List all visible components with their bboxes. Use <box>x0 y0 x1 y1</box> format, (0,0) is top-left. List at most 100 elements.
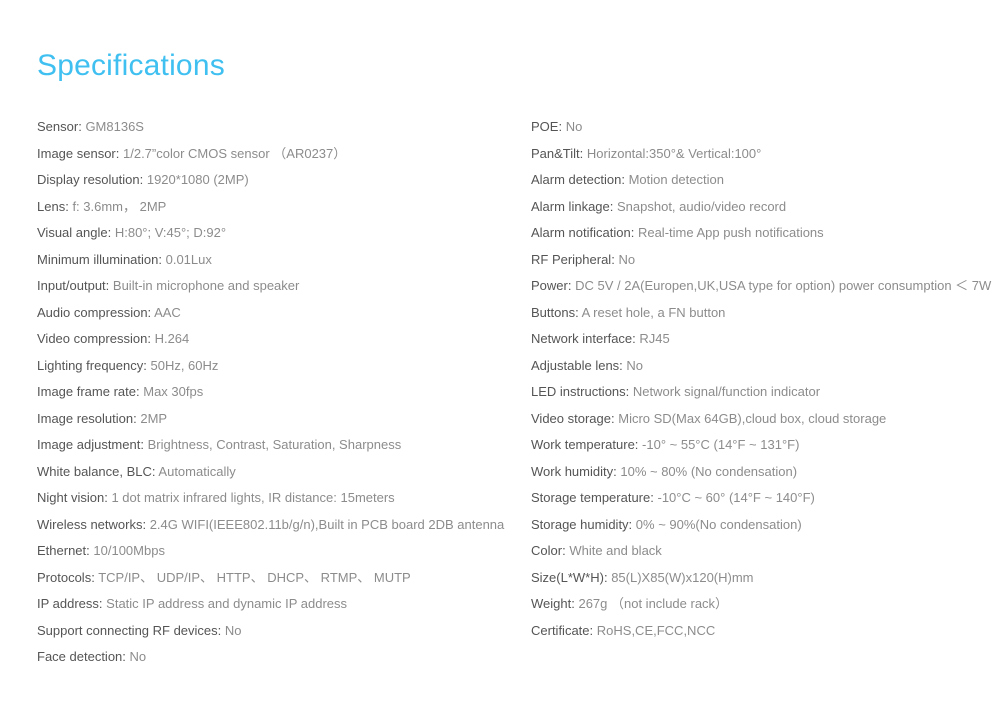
spec-value: 2MP <box>140 410 168 426</box>
spec-value: DC 5V / 2A(Europen,UK,USA type for optio… <box>575 278 992 293</box>
spec-label: Storage temperature: <box>531 490 654 505</box>
spec-row: Wireless networks: 2.4G WIFI(IEEE802.11b… <box>37 512 517 539</box>
spec-label: Network interface: <box>531 331 636 346</box>
spec-value: No <box>129 649 147 664</box>
spec-label: Color: <box>531 543 566 558</box>
spec-row: White balance, BLC: Automatically <box>37 459 517 486</box>
spec-label: POE: <box>531 119 563 134</box>
spec-row: Display resolution: 1920*1080 (2MP) <box>37 167 517 194</box>
spec-row: Sensor: GM8136S <box>37 114 517 141</box>
spec-value: Motion detection <box>628 172 724 187</box>
spec-label: Adjustable lens: <box>531 357 623 373</box>
spec-row: POE: No <box>531 114 996 141</box>
spec-value: 10/100Mbps <box>93 543 165 558</box>
spec-label: Weight: <box>531 596 575 611</box>
specifications-page: Specifications Sensor: GM8136S Image sens… <box>0 0 1000 719</box>
spec-value: H.264 <box>154 331 190 346</box>
spec-label: Image adjustment: <box>37 437 144 452</box>
spec-label: Protocols: <box>37 569 95 585</box>
spec-value: No <box>224 622 242 638</box>
spec-row: Alarm notification: Real-time App push n… <box>531 220 996 247</box>
spec-value: TCP/IP、 UDP/IP、 HTTP、 DHCP、 RTMP、 MUTP <box>98 569 411 585</box>
spec-label: Alarm detection: <box>531 172 625 187</box>
spec-label: Ethernet: <box>37 543 90 558</box>
spec-label: Alarm linkage: <box>531 198 614 214</box>
spec-label: Visual angle: <box>37 225 112 240</box>
spec-row: Alarm linkage: Snapshot, audio/video rec… <box>531 194 996 221</box>
spec-row: Protocols: TCP/IP、 UDP/IP、 HTTP、 DHCP、 R… <box>37 565 517 592</box>
spec-value: GM8136S <box>85 119 144 134</box>
spec-label: IP address: <box>37 596 103 611</box>
spec-value: Network signal/function indicator <box>632 384 821 399</box>
page-title: Specifications <box>37 49 225 82</box>
spec-value: Micro SD(Max 64GB),cloud box, cloud stor… <box>618 410 887 426</box>
spec-row: Audio compression: AAC <box>37 300 517 327</box>
spec-row: Input/output: Built-in microphone and sp… <box>37 273 517 300</box>
spec-row: Work humidity: 10% ~ 80% (No condensatio… <box>531 459 996 486</box>
spec-value: 267g （not include rack） <box>578 596 729 611</box>
spec-value: White and black <box>569 543 662 558</box>
spec-label: Wireless networks: <box>37 516 147 532</box>
spec-row: RF Peripheral: No <box>531 247 996 274</box>
spec-row: Work temperature: -10° ~ 55°C (14°F ~ 13… <box>531 432 996 459</box>
spec-value: 2.4G WIFI(IEEE802.11b/g/n),Built in PCB … <box>149 516 505 532</box>
spec-value: No <box>565 119 583 134</box>
spec-label: Image frame rate: <box>37 384 140 399</box>
spec-value: Snapshot, audio/video record <box>617 198 787 214</box>
spec-value: 50Hz, 60Hz <box>150 357 219 373</box>
spec-label: Night vision: <box>37 490 108 505</box>
spec-row: Minimum illumination: 0.01Lux <box>37 247 517 274</box>
spec-row: Face detection: No <box>37 644 517 671</box>
spec-value: 1920*1080 (2MP) <box>146 172 249 187</box>
spec-label: Buttons: <box>531 304 579 320</box>
spec-label: Sensor: <box>37 119 82 134</box>
spec-row: Buttons: A reset hole, a FN button <box>531 300 996 327</box>
spec-value: A reset hole, a FN button <box>581 304 726 320</box>
spec-label: Storage humidity: <box>531 516 633 532</box>
spec-label: LED instructions: <box>531 384 630 399</box>
spec-value: -10° ~ 55°C (14°F ~ 131°F) <box>642 437 800 452</box>
spec-value: f: 3.6mm， 2MP <box>72 198 167 214</box>
spec-label: Support connecting RF devices: <box>37 622 222 638</box>
spec-row: Storage temperature: -10°C ~ 60° (14°F ~… <box>531 485 996 512</box>
spec-value: 85(L)X85(W)x120(H)mm <box>611 569 754 585</box>
spec-label: Audio compression: <box>37 304 152 320</box>
spec-value: -10°C ~ 60° (14°F ~ 140°F) <box>657 490 815 505</box>
spec-row: Image adjustment: Brightness, Contrast, … <box>37 432 517 459</box>
spec-value: Built-in microphone and speaker <box>112 278 300 293</box>
spec-value: RoHS,CE,FCC,NCC <box>596 622 716 638</box>
spec-label: Certificate: <box>531 622 594 638</box>
spec-label: Lighting frequency: <box>37 357 147 373</box>
spec-row: Storage humidity: 0% ~ 90%(No condensati… <box>531 512 996 539</box>
spec-label: Work temperature: <box>531 437 639 452</box>
spec-label: Video compression: <box>37 331 151 346</box>
spec-value: 0% ~ 90%(No condensation) <box>635 516 802 532</box>
spec-row: Network interface: RJ45 <box>531 326 996 353</box>
spec-list-right: POE: No Pan&Tilt: Horizontal:350°& Vertic… <box>531 114 996 644</box>
spec-value: 1/2.7”color CMOS sensor （AR0237） <box>123 145 347 161</box>
spec-label: RF Peripheral: <box>531 251 615 267</box>
spec-row: Lens: f: 3.6mm， 2MP <box>37 194 517 221</box>
spec-row: Ethernet: 10/100Mbps <box>37 538 517 565</box>
spec-list-left: Sensor: GM8136S Image sensor: 1/2.7”color… <box>37 114 517 671</box>
spec-value: 0.01Lux <box>165 251 212 267</box>
spec-row: Support connecting RF devices: No <box>37 618 517 645</box>
spec-label: Pan&Tilt: <box>531 145 584 161</box>
spec-value: Brightness, Contrast, Saturation, Sharpn… <box>147 437 402 452</box>
spec-row: IP address: Static IP address and dynami… <box>37 591 517 618</box>
spec-row: Power: DC 5V / 2A(Europen,UK,USA type fo… <box>531 273 996 300</box>
spec-value: Static IP address and dynamic IP address <box>106 596 348 611</box>
spec-row: Weight: 267g （not include rack） <box>531 591 996 618</box>
spec-value: No <box>618 251 636 267</box>
spec-label: Face detection: <box>37 649 126 664</box>
spec-value: Real-time App push notifications <box>637 225 824 240</box>
spec-label: White balance, BLC: <box>37 463 156 479</box>
spec-row: Adjustable lens: No <box>531 353 996 380</box>
spec-row: Size(L*W*H): 85(L)X85(W)x120(H)mm <box>531 565 996 592</box>
spec-row: Image resolution: 2MP <box>37 406 517 433</box>
spec-value: Max 30fps <box>143 384 204 399</box>
spec-value: AAC <box>154 304 181 320</box>
spec-value: Automatically <box>158 463 236 479</box>
spec-row: Color: White and black <box>531 538 996 565</box>
spec-value: 10% ~ 80% (No condensation) <box>620 463 798 479</box>
